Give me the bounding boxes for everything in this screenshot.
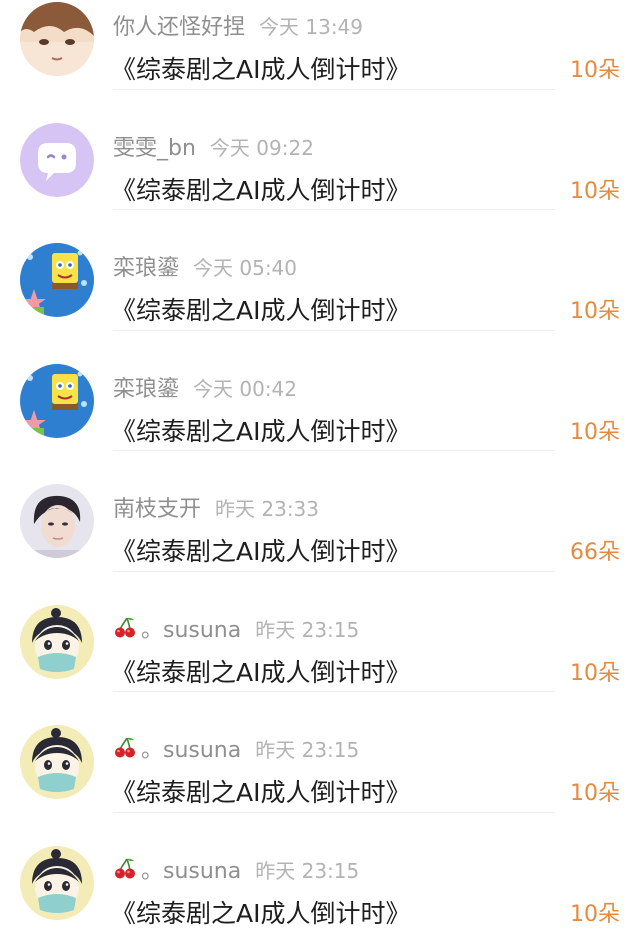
flower-count: 10朵 (570, 58, 620, 83)
book-title[interactable]: 《综泰剧之AI成人倒计时》 (111, 54, 410, 86)
user-name[interactable]: 雯雯_bn (113, 136, 196, 161)
item-meta: 。susuna 昨天 23:15 (113, 616, 359, 648)
list-item[interactable]: 你人还怪好捏 今天 13:49 《综泰剧之AI成人倒计时》 10朵 (0, 0, 640, 90)
cherry-icon (113, 736, 137, 768)
book-title[interactable]: 《综泰剧之AI成人倒计时》 (111, 898, 410, 930)
item-meta: 雯雯_bn 今天 09:22 (113, 134, 314, 163)
list-item[interactable]: 栾琅鎏 今天 00:42 《综泰剧之AI成人倒计时》 10朵 (0, 331, 640, 451)
timestamp: 昨天 23:15 (255, 858, 360, 883)
timestamp: 今天 13:49 (259, 15, 364, 39)
book-title[interactable]: 《综泰剧之AI成人倒计时》 (111, 777, 410, 809)
cherry-icon (113, 857, 137, 889)
flower-count: 10朵 (570, 781, 620, 806)
user-name[interactable]: 。susuna (141, 618, 241, 643)
flower-count: 10朵 (570, 419, 620, 445)
user-name[interactable]: 栾琅鎏 (113, 377, 179, 402)
user-name[interactable]: 。susuna (141, 859, 241, 884)
list-item[interactable]: 栾琅鎏 今天 05:40 《综泰剧之AI成人倒计时》 10朵 (0, 210, 640, 331)
list-item[interactable]: 。susuna 昨天 23:15 《综泰剧之AI成人倒计时》 10朵 (0, 692, 640, 813)
book-title[interactable]: 《综泰剧之AI成人倒计时》 (111, 175, 410, 207)
timestamp: 昨天 23:15 (255, 617, 360, 642)
item-meta: 。susuna 昨天 23:15 (113, 736, 359, 768)
book-title[interactable]: 《综泰剧之AI成人倒计时》 (111, 295, 410, 327)
spongebob-avatar[interactable] (20, 363, 94, 438)
purple-wink-avatar[interactable] (20, 122, 94, 197)
gift-record-list: 你人还怪好捏 今天 13:49 《综泰剧之AI成人倒计时》 10朵 雯雯_bn 今天… (0, 0, 640, 933)
list-item[interactable]: 。susuna 昨天 23:15 《综泰剧之AI成人倒计时》 10朵 (0, 572, 640, 692)
flower-count: 10朵 (570, 660, 620, 686)
book-title[interactable]: 《综泰剧之AI成人倒计时》 (111, 416, 410, 448)
user-name[interactable]: 你人还怪好捏 (113, 15, 245, 40)
timestamp: 今天 00:42 (193, 376, 298, 401)
flower-count: 10朵 (570, 299, 620, 324)
user-name[interactable]: 。susuna (141, 738, 241, 763)
flower-count: 10朵 (570, 178, 620, 204)
cartoon-masked-avatar[interactable] (20, 725, 94, 799)
timestamp: 今天 05:40 (193, 256, 298, 280)
book-title[interactable]: 《综泰剧之AI成人倒计时》 (111, 657, 410, 689)
cherry-icon (113, 616, 137, 648)
list-item[interactable]: 雯雯_bn 今天 09:22 《综泰剧之AI成人倒计时》 10朵 (0, 90, 640, 210)
item-meta: 你人还怪好捏 今天 13:49 (113, 13, 363, 42)
cartoon-masked-avatar[interactable] (20, 604, 94, 679)
timestamp: 昨天 23:33 (215, 497, 320, 521)
book-title[interactable]: 《综泰剧之AI成人倒计时》 (111, 536, 410, 568)
anime-boy-avatar[interactable] (20, 2, 94, 76)
timestamp: 今天 09:22 (209, 135, 314, 160)
flower-count: 66朵 (570, 540, 620, 565)
item-meta: 。susuna 昨天 23:15 (113, 857, 359, 889)
spongebob-avatar[interactable] (20, 243, 94, 317)
flower-count: 10朵 (570, 901, 620, 927)
user-name[interactable]: 栾琅鎏 (113, 256, 179, 281)
list-item[interactable]: 。susuna 昨天 23:15 《综泰剧之AI成人倒计时》 10朵 (0, 813, 640, 934)
item-meta: 栾琅鎏 今天 00:42 (113, 375, 297, 404)
item-meta: 南枝支开 昨天 23:33 (113, 495, 319, 524)
portrait-avatar[interactable] (20, 484, 94, 558)
item-meta: 栾琅鎏 今天 05:40 (113, 254, 297, 283)
cartoon-masked-avatar[interactable] (20, 845, 94, 920)
user-name[interactable]: 南枝支开 (113, 497, 201, 522)
list-item[interactable]: 南枝支开 昨天 23:33 《综泰剧之AI成人倒计时》 66朵 (0, 451, 640, 572)
timestamp: 昨天 23:15 (255, 738, 360, 762)
